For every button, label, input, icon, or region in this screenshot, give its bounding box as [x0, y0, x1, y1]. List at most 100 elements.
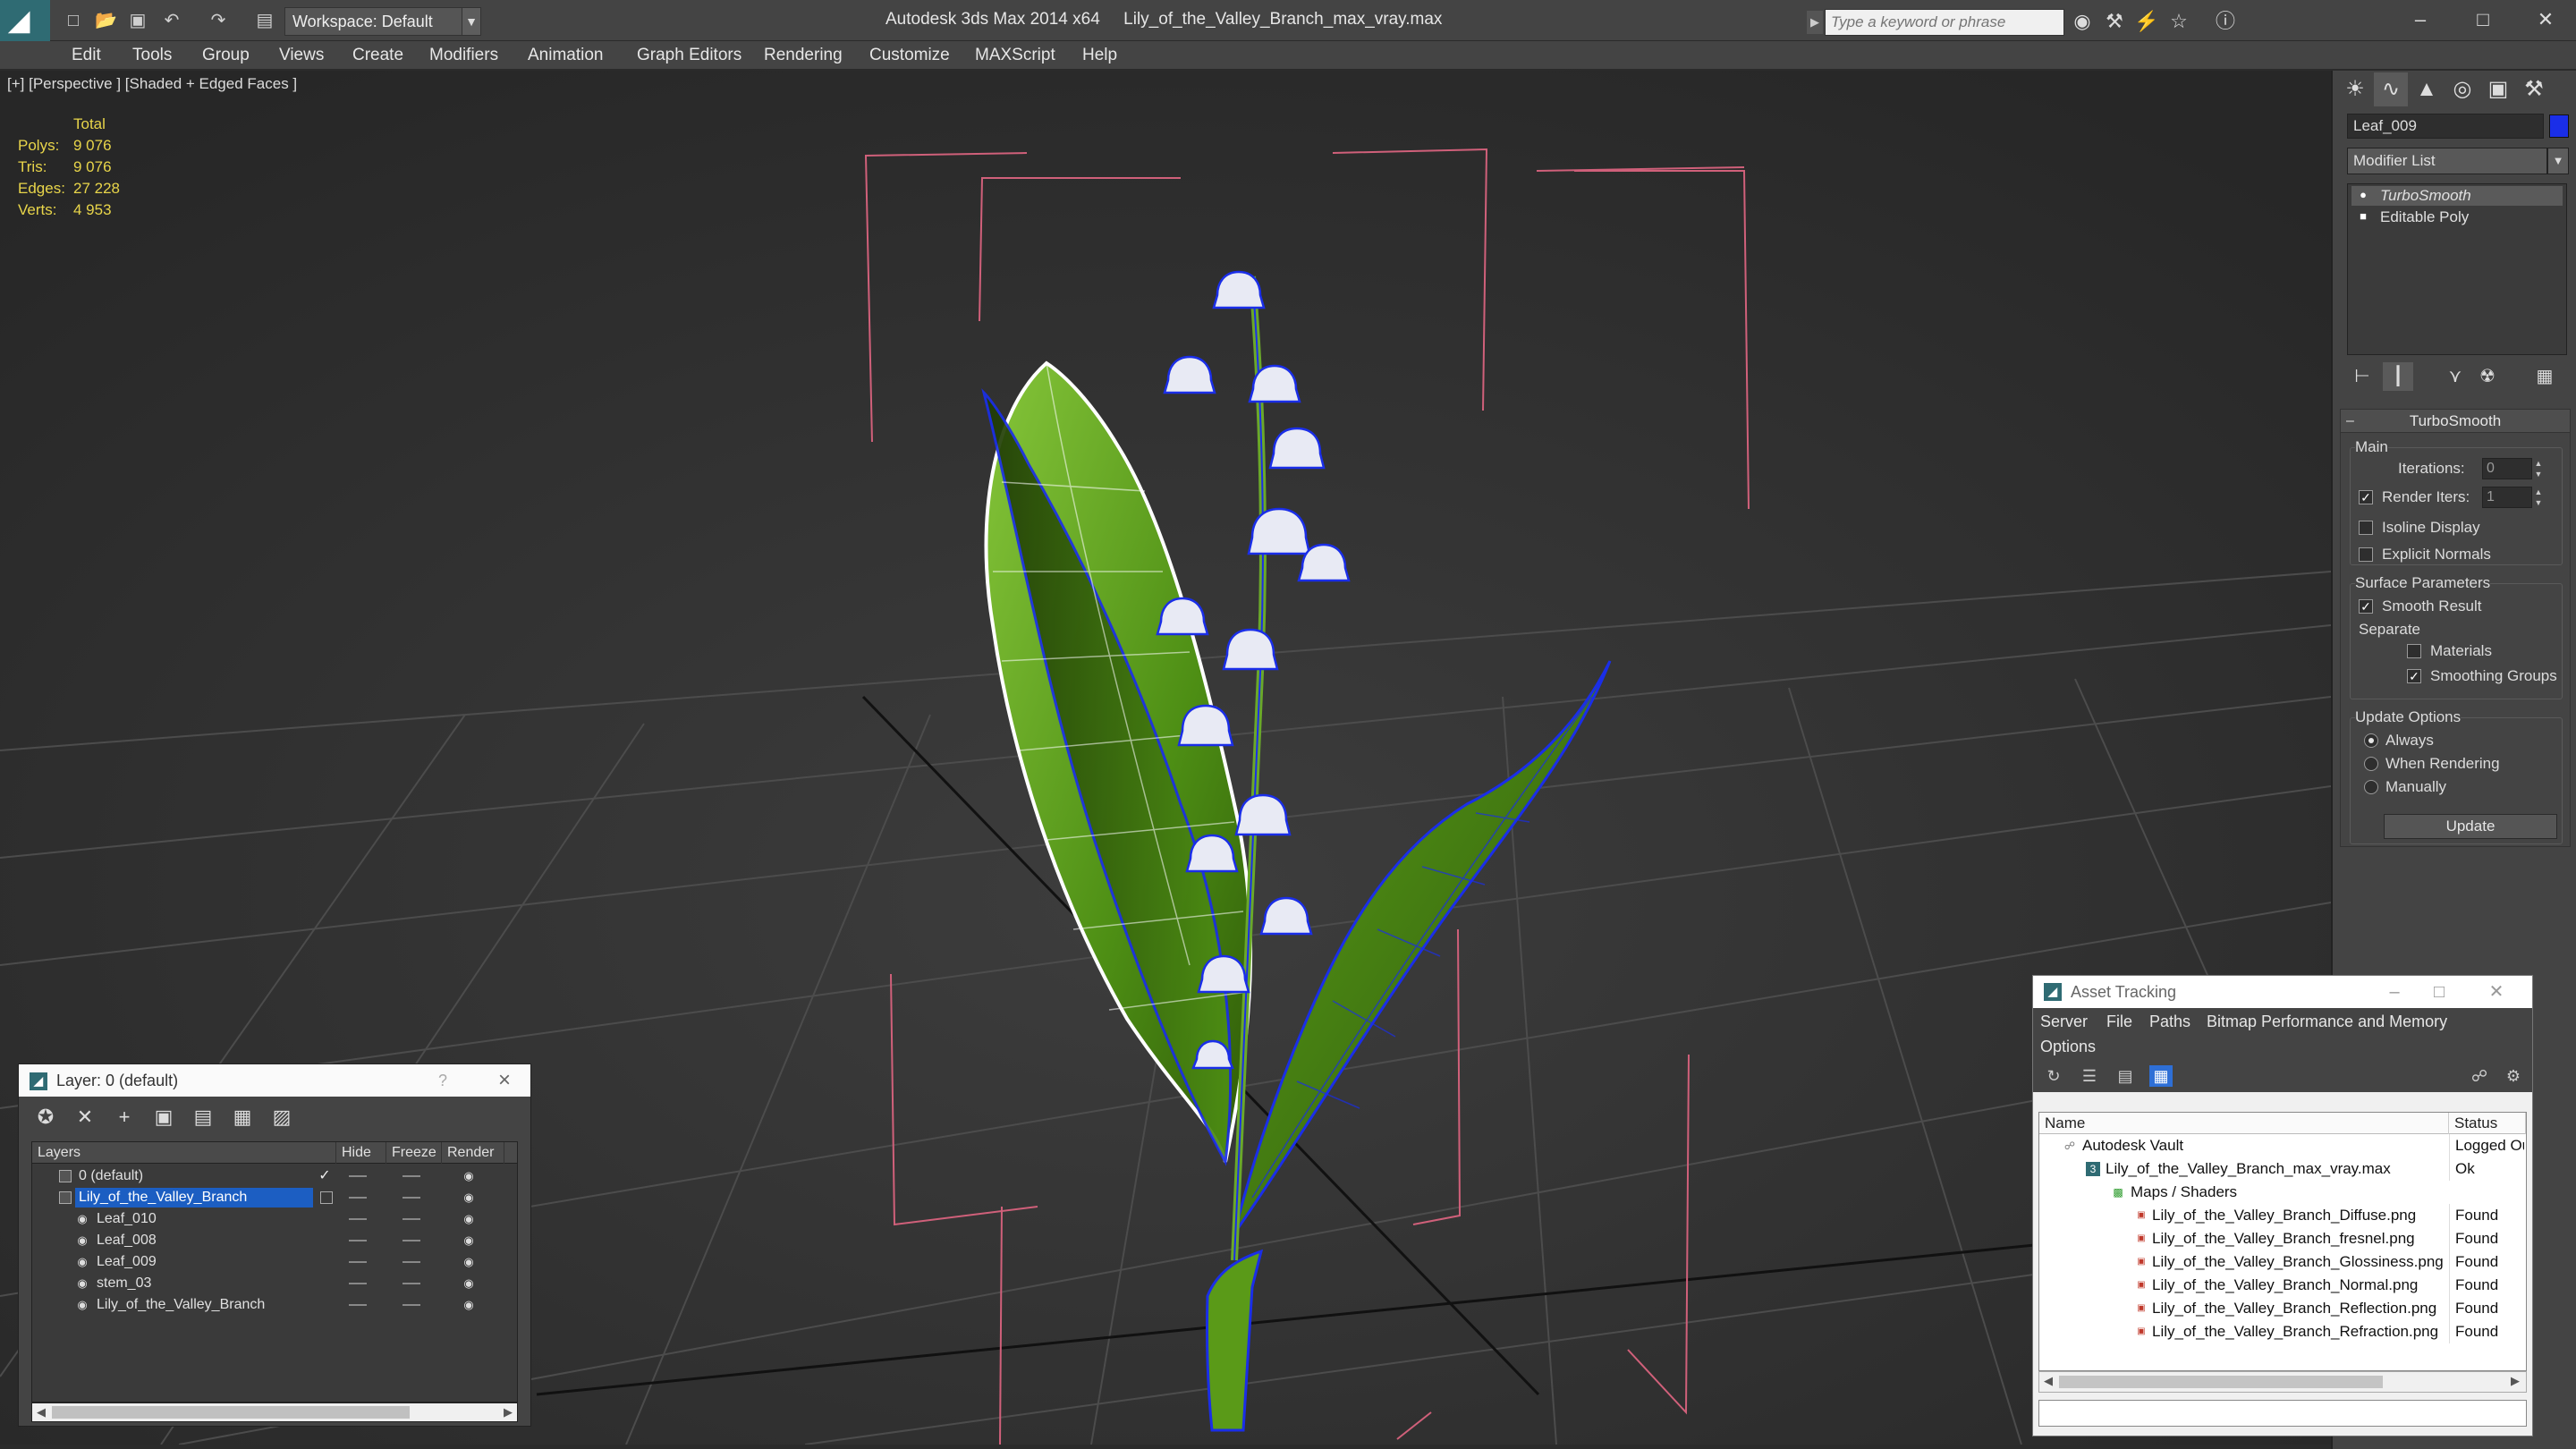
communication-icon[interactable]: ⚡: [2134, 9, 2159, 34]
set-current-layer-icon[interactable]: ▦: [228, 1104, 257, 1131]
viewport-label[interactable]: [+] [Perspective ] [Shaded + Edged Faces…: [7, 75, 297, 93]
freeze-toggle[interactable]: [402, 1175, 420, 1177]
layer-row[interactable]: ◉ Leaf_010 ◉: [32, 1208, 517, 1230]
active-layer-check-icon[interactable]: ✓: [317, 1167, 333, 1185]
menu-bitmap-performance[interactable]: Bitmap Performance and Memory: [2207, 1012, 2447, 1031]
menu-help[interactable]: Help: [1082, 45, 1117, 66]
asset-row[interactable]: ▩ Maps / Shaders: [2039, 1181, 2526, 1204]
hide-all-layers-icon[interactable]: ▨: [267, 1104, 296, 1131]
maximize-icon[interactable]: □: [2465, 5, 2501, 34]
new-file-icon[interactable]: □: [63, 10, 84, 31]
asset-row[interactable]: ▣ Lily_of_the_Valley_Branch_Diffuse.png …: [2039, 1204, 2526, 1227]
render-iters-checkbox[interactable]: ✓: [2359, 490, 2373, 504]
materials-checkbox[interactable]: [2407, 644, 2421, 658]
asset-path-field[interactable]: [2038, 1400, 2527, 1427]
pin-stack-icon[interactable]: ⊢: [2347, 362, 2377, 391]
scroll-right-icon[interactable]: ▶: [2506, 1372, 2524, 1390]
show-end-result-icon[interactable]: ┃: [2383, 362, 2413, 391]
asset-row[interactable]: ▣ Lily_of_the_Valley_Branch_Glossiness.p…: [2039, 1250, 2526, 1274]
layer-row[interactable]: 0 (default) ✓ ◉: [32, 1165, 517, 1187]
horizontal-scrollbar[interactable]: ◀ ▶: [2038, 1371, 2527, 1393]
asset-row[interactable]: ▣ Lily_of_the_Valley_Branch_fresnel.png …: [2039, 1227, 2526, 1250]
modify-tab-icon[interactable]: ∿: [2374, 72, 2408, 106]
scroll-right-icon[interactable]: ▶: [499, 1403, 517, 1421]
menu-server[interactable]: Server: [2040, 1012, 2088, 1031]
hide-toggle[interactable]: [349, 1240, 367, 1241]
help-icon[interactable]: ⓘ: [2213, 9, 2238, 34]
hide-toggle[interactable]: [349, 1283, 367, 1284]
asset-row[interactable]: ▣ Lily_of_the_Valley_Branch_Normal.png F…: [2039, 1274, 2526, 1297]
explicit-normals-checkbox[interactable]: [2359, 547, 2373, 562]
chevron-down-icon[interactable]: ▼: [462, 7, 481, 36]
vault-login-icon[interactable]: ☍: [2468, 1065, 2491, 1087]
favorites-star-icon[interactable]: ☆: [2166, 9, 2191, 34]
modifier-list-dropdown[interactable]: Modifier List: [2347, 148, 2547, 174]
create-tab-icon[interactable]: ☀: [2338, 72, 2372, 106]
menu-animation[interactable]: Animation: [528, 45, 604, 66]
scroll-left-icon[interactable]: ◀: [2039, 1372, 2057, 1390]
layer-row[interactable]: ◉ stem_03 ◉: [32, 1273, 517, 1294]
render-teapot-icon[interactable]: ◉: [462, 1298, 476, 1312]
menu-create[interactable]: Create: [352, 45, 403, 66]
menu-group[interactable]: Group: [202, 45, 250, 66]
list-view-icon[interactable]: ☰: [2078, 1065, 2101, 1087]
hide-toggle[interactable]: [349, 1175, 367, 1177]
help-button[interactable]: ?: [430, 1064, 455, 1097]
stack-item-editable-poly[interactable]: ■ Editable Poly: [2351, 208, 2563, 227]
utilities-tab-icon[interactable]: ⚒: [2517, 72, 2551, 106]
menu-modifiers[interactable]: Modifiers: [429, 45, 498, 66]
delete-layer-icon[interactable]: ✕: [71, 1104, 99, 1131]
hierarchy-tab-icon[interactable]: ▲: [2410, 72, 2444, 106]
menu-maxscript[interactable]: MAXScript: [975, 45, 1055, 66]
iterations-spinner[interactable]: 0: [2482, 458, 2532, 479]
menu-file[interactable]: File: [2106, 1012, 2132, 1031]
smoothing-groups-checkbox[interactable]: ✓: [2407, 669, 2421, 683]
select-layer-icon[interactable]: ▤: [189, 1104, 217, 1131]
column-render[interactable]: Render: [442, 1142, 504, 1164]
set-active-box[interactable]: [320, 1191, 333, 1204]
menu-graph-editors[interactable]: Graph Editors: [637, 45, 741, 66]
spinner-arrows-icon[interactable]: ▲ ▼: [2532, 458, 2545, 479]
workspace-dropdown[interactable]: Workspace: Default: [284, 7, 479, 36]
hide-toggle[interactable]: [349, 1218, 367, 1220]
layer-row[interactable]: Lily_of_the_Valley_Branch ◉: [32, 1187, 517, 1208]
spinner-arrows-icon[interactable]: ▲ ▼: [2532, 487, 2545, 508]
menu-tools[interactable]: Tools: [132, 45, 172, 66]
menu-customize[interactable]: Customize: [869, 45, 950, 66]
column-freeze[interactable]: Freeze: [386, 1142, 442, 1164]
asset-row[interactable]: ☍ Autodesk Vault Logged Out: [2039, 1134, 2526, 1157]
freeze-toggle[interactable]: [402, 1261, 420, 1263]
create-layer-icon[interactable]: ✪: [31, 1104, 60, 1131]
smooth-result-checkbox[interactable]: ✓: [2359, 599, 2373, 614]
freeze-toggle[interactable]: [402, 1218, 420, 1220]
render-teapot-icon[interactable]: ◉: [462, 1169, 476, 1183]
undo-icon[interactable]: ↶: [161, 10, 182, 31]
isoline-display-checkbox[interactable]: [2359, 521, 2373, 535]
scrollbar-thumb[interactable]: [2059, 1376, 2383, 1388]
asset-row[interactable]: ▣ Lily_of_the_Valley_Branch_Reflection.p…: [2039, 1297, 2526, 1320]
close-icon[interactable]: ✕: [2479, 976, 2514, 1008]
motion-tab-icon[interactable]: ◎: [2445, 72, 2479, 106]
render-teapot-icon[interactable]: ◉: [462, 1255, 476, 1269]
object-name-field[interactable]: Leaf_009: [2347, 114, 2544, 139]
menu-options[interactable]: Options: [2040, 1037, 2096, 1056]
details-view-icon[interactable]: ▤: [2114, 1065, 2137, 1087]
hide-toggle[interactable]: [349, 1197, 367, 1199]
select-objects-icon[interactable]: ▣: [149, 1104, 178, 1131]
layer-row[interactable]: ◉ Leaf_009 ◉: [32, 1251, 517, 1273]
maximize-icon[interactable]: □: [2421, 976, 2457, 1008]
expand-icon[interactable]: ■: [2357, 210, 2369, 223]
redo-icon[interactable]: ↷: [208, 10, 229, 31]
menu-rendering[interactable]: Rendering: [764, 45, 843, 66]
vault-settings-icon[interactable]: ⚙: [2502, 1065, 2525, 1087]
open-file-icon[interactable]: 📂: [95, 10, 117, 31]
update-when-rendering-radio[interactable]: [2364, 757, 2378, 771]
remove-modifier-icon[interactable]: ☢: [2472, 362, 2503, 391]
close-icon[interactable]: ×: [489, 1064, 520, 1097]
save-file-icon[interactable]: ▣: [127, 10, 148, 31]
asset-window-titlebar[interactable]: ◢ Asset Tracking – □ ✕: [2033, 976, 2532, 1008]
freeze-toggle[interactable]: [402, 1304, 420, 1306]
layer-row[interactable]: ◉ Lily_of_the_Valley_Branch ◉: [32, 1294, 517, 1316]
minimize-icon[interactable]: –: [2402, 5, 2438, 34]
menu-edit[interactable]: Edit: [72, 45, 101, 66]
